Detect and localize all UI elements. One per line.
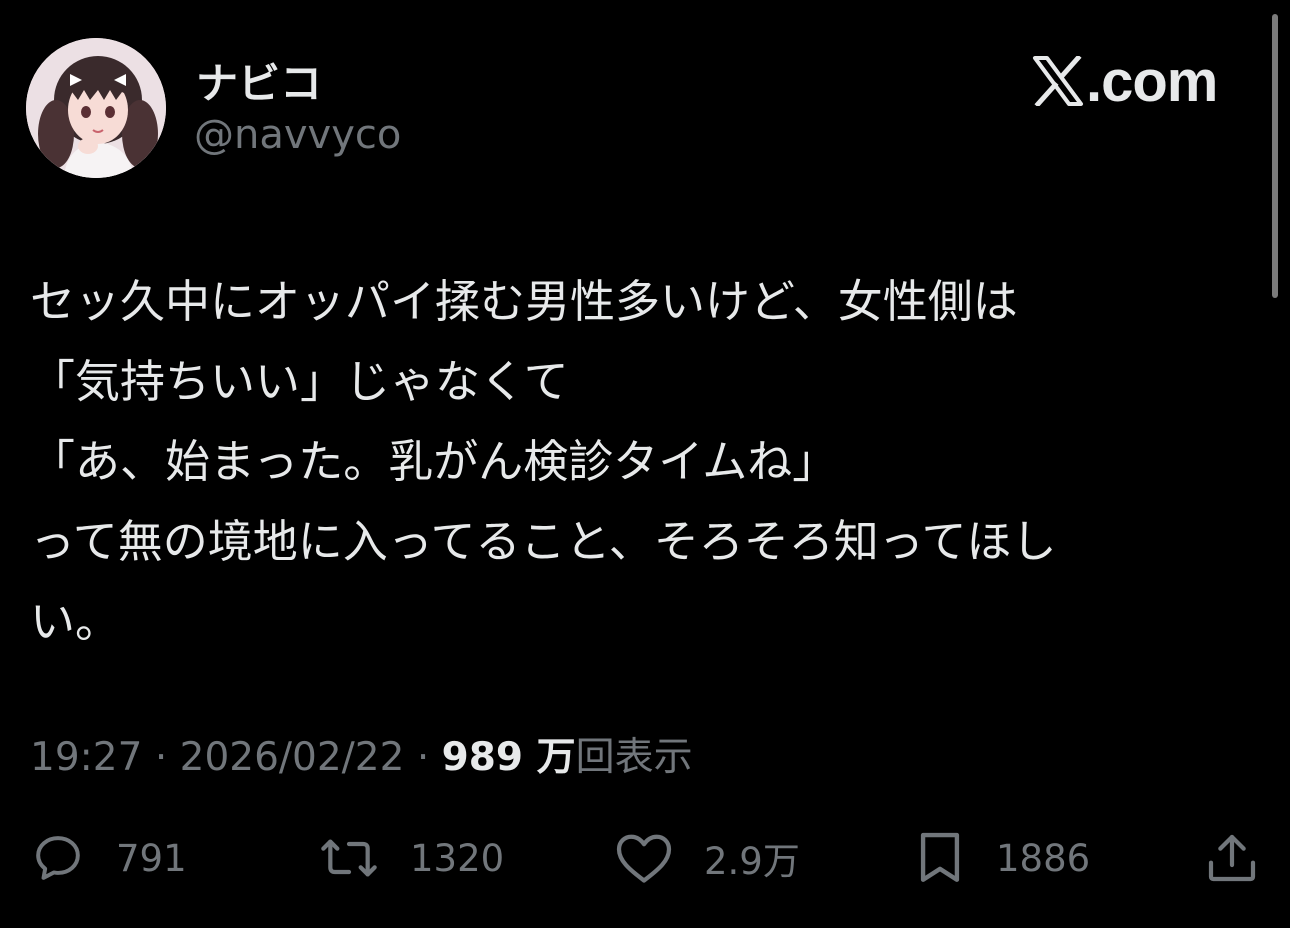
x-logo-icon (1033, 56, 1083, 106)
tweet-line: 「気持ちいい」じゃなくて (30, 355, 569, 408)
tweet-line: セッ久中にオッパイ揉む男性多いけど、女性側は (30, 275, 1018, 328)
views-count[interactable]: 989 万 (442, 735, 576, 780)
avatar[interactable] (26, 38, 166, 178)
bookmark-count: 1886 (996, 836, 1091, 880)
tweet-line: い。 (30, 595, 121, 648)
tweet-meta: 19:27 · 2026/02/22 · 989 万回表示 (30, 726, 693, 782)
share-upload-icon (1208, 834, 1256, 882)
tweet-text: セッ久中にオッパイ揉む男性多いけど、女性側は 「気持ちいい」じゃなくて 「あ、始… (30, 262, 1260, 662)
meta-separator: · (416, 735, 430, 780)
tweet-time[interactable]: 19:27 (30, 735, 142, 780)
views-label[interactable]: 回表示 (576, 735, 693, 780)
action-bar: 791 1320 2.9万 1886 (0, 826, 1290, 890)
tweet-date[interactable]: 2026/02/22 (180, 735, 405, 780)
tweet-line: 「あ、始まった。乳がん検診タイムね」 (30, 435, 838, 488)
meta-separator: · (154, 735, 168, 780)
display-name[interactable]: ナビコ (196, 50, 322, 111)
like-button[interactable]: 2.9万 (614, 826, 800, 890)
bookmark-icon (920, 832, 960, 882)
repost-button[interactable]: 1320 (318, 826, 504, 890)
brand-watermark: .com (1032, 46, 1218, 116)
heart-icon (616, 834, 672, 883)
avatar-illustration (26, 38, 166, 178)
repost-arrows-icon (321, 839, 377, 877)
reply-button[interactable]: 791 (30, 826, 187, 890)
bookmark-button[interactable]: 1886 (914, 826, 1090, 890)
user-handle[interactable]: @navvyco (194, 112, 401, 158)
like-count: 2.9万 (704, 840, 800, 883)
share-button[interactable] (1204, 826, 1260, 890)
repost-count: 1320 (410, 836, 505, 880)
tweet-line: って無の境地に入ってること、そろそろ知ってほし (30, 515, 1057, 568)
reply-count: 791 (116, 836, 187, 880)
brand-text: .com (1086, 48, 1218, 114)
scrollbar[interactable] (1272, 14, 1278, 298)
speech-bubble-icon (36, 836, 80, 880)
